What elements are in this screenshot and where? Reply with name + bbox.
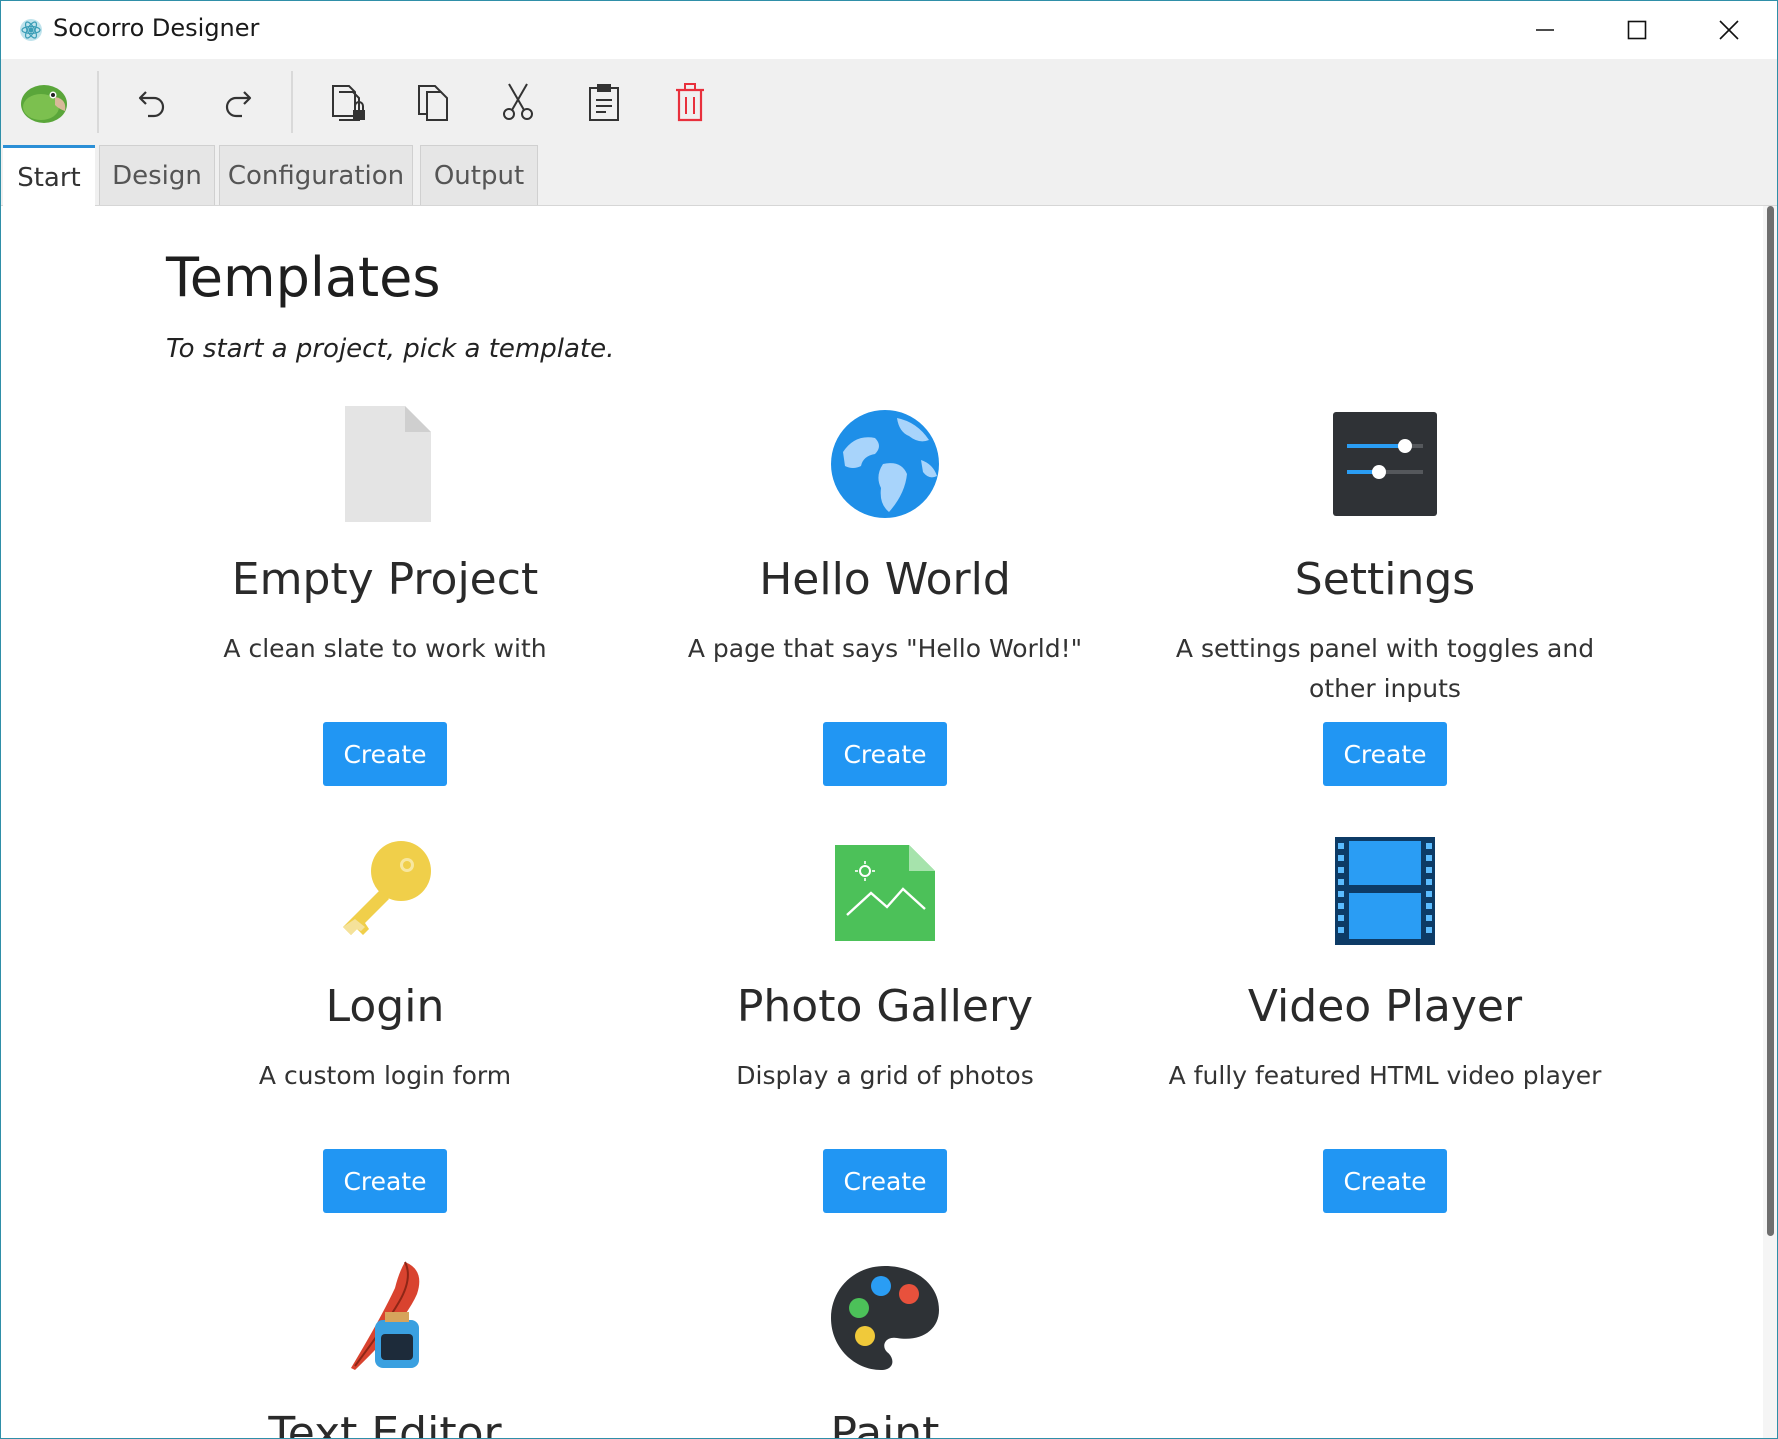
template-name: Empty Project [231,554,539,605]
quill-ink-icon [351,1261,420,1370]
create-button[interactable]: Create [1323,1149,1447,1213]
create-button[interactable]: Create [323,1149,447,1213]
delete-icon [676,83,704,122]
paste-icon [589,84,619,121]
undo-icon [138,91,165,118]
create-button[interactable]: Create [823,722,947,786]
sliders-icon [1333,412,1437,516]
template-name: Login [325,981,445,1032]
home-button[interactable] [15,73,73,131]
template-name: Photo Gallery [736,981,1034,1032]
image-file-icon [835,845,935,941]
toolbar [1,59,1777,145]
template-description: A settings panel with toggles and other … [1175,634,1595,703]
tab-bar: Start Design Configuration Output [1,145,1777,207]
template-description: A page that says "Hello World!" [687,634,1083,663]
template-name: Video Player [1247,981,1523,1032]
cut-icon [503,83,533,120]
tab-output[interactable]: Output [420,145,538,205]
title-bar: Socorro Designer [1,1,1777,59]
app-logo-icon [20,19,42,41]
copy-lock-button[interactable] [319,73,377,131]
tab-design[interactable]: Design [99,145,215,205]
page-subtitle: To start a project, pick a template. [166,334,615,364]
copy-icon [418,85,448,121]
app-window: Socorro Designer Start Design Configurat… [0,0,1778,1439]
template-description: A custom login form [258,1061,512,1090]
blank-file-icon [345,406,431,522]
toolbar-separator [291,71,293,133]
film-strip-icon [1335,837,1435,945]
maximize-button[interactable] [1591,1,1683,59]
template-name: Hello World [759,554,1011,605]
redo-icon [225,91,252,118]
tab-start[interactable]: Start [3,145,95,207]
copy-button[interactable] [405,73,463,131]
template-description: A fully featured HTML video player [1168,1061,1602,1090]
window-title: Socorro Designer [53,14,260,42]
redo-button[interactable] [209,73,267,131]
create-button[interactable]: Create [1323,722,1447,786]
create-button[interactable]: Create [323,722,447,786]
undo-button[interactable] [123,73,181,131]
template-description: Display a grid of photos [736,1061,1034,1090]
template-description: A clean slate to work with [223,634,547,663]
start-page: Templates To start a project, pick a tem… [1,206,1763,1438]
key-icon [343,841,431,935]
cut-button[interactable] [489,73,547,131]
page-title: Templates [166,246,441,309]
close-button[interactable] [1683,1,1775,59]
paste-button[interactable] [575,73,633,131]
palette-icon [831,1266,939,1370]
close-icon [1719,20,1739,40]
minimize-button[interactable] [1499,1,1591,59]
create-button[interactable]: Create [823,1149,947,1213]
toolbar-separator [97,71,99,133]
vertical-scrollbar[interactable] [1763,206,1777,1438]
template-name: Paint [830,1408,940,1438]
delete-button[interactable] [661,73,719,131]
template-name: Text Editor [268,1408,502,1438]
template-name: Settings [1294,554,1476,605]
tab-configuration[interactable]: Configuration [219,145,413,205]
minimize-icon [1536,29,1554,31]
parrot-logo-icon [21,85,67,123]
maximize-icon [1627,20,1647,40]
scrollbar-thumb[interactable] [1767,206,1774,1236]
globe-icon [831,410,939,518]
copy-lock-icon [332,85,365,121]
